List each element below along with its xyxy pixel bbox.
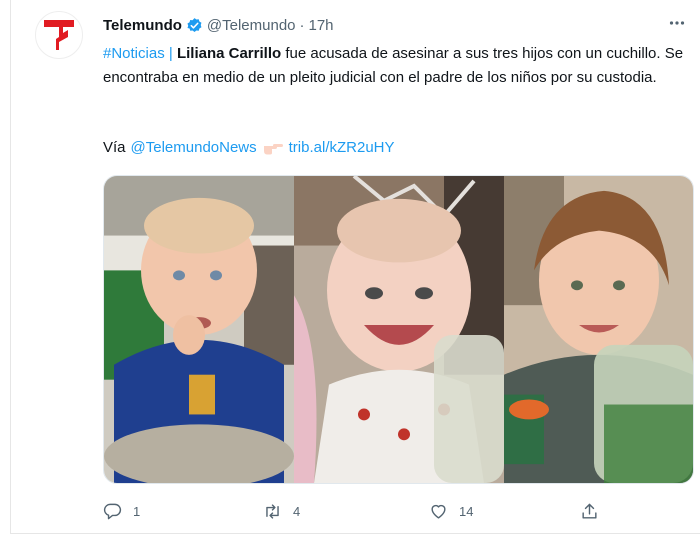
more-options-icon[interactable]	[666, 12, 688, 34]
retweet-button[interactable]: 4	[263, 500, 300, 522]
tweet-timestamp[interactable]: 17h	[309, 17, 334, 34]
account-name[interactable]: Telemundo	[103, 17, 182, 34]
via-mention-link[interactable]: @TelemundoNews	[131, 136, 257, 160]
account-handle[interactable]: @Telemundo	[207, 17, 296, 34]
pointing-hand-icon	[262, 140, 284, 156]
header-separator: ·	[299, 16, 305, 34]
via-label: Vía	[103, 139, 126, 156]
like-icon	[429, 502, 448, 521]
via-line: Vía @TelemundoNews trib.al/kZR2uHY	[103, 136, 400, 160]
verified-badge-icon	[186, 17, 203, 34]
tweet-header: Telemundo @Telemundo · 17h	[103, 14, 334, 36]
photo-toddler-blue-shirt[interactable]	[104, 176, 294, 483]
tweet-text: #Noticias | Liliana Carrillo fue acusada…	[103, 42, 693, 90]
account-avatar[interactable]	[35, 11, 83, 59]
like-count: 14	[459, 503, 474, 519]
photo-collage[interactable]	[103, 175, 694, 484]
photo-smiling-baby[interactable]	[294, 176, 504, 483]
bold-name: Liliana Carrillo	[176, 45, 282, 62]
tweet-actions: 1 4 14	[103, 500, 693, 522]
reply-icon	[103, 502, 122, 521]
tweet-card[interactable]: Telemundo @Telemundo · 17h #Noticias | L…	[10, 0, 700, 534]
photo-toddler-green-shirt[interactable]	[504, 176, 693, 483]
retweet-count: 4	[293, 503, 301, 519]
retweet-icon	[263, 502, 282, 521]
telemundo-logo	[44, 20, 74, 50]
reply-count: 1	[133, 503, 141, 519]
share-button[interactable]	[580, 500, 610, 522]
like-button[interactable]: 14	[429, 500, 473, 522]
hashtag-link[interactable]: #Noticias	[103, 45, 165, 62]
via-url-link[interactable]: trib.al/kZR2uHY	[289, 136, 395, 160]
reply-button[interactable]: 1	[103, 500, 140, 522]
hashtag-pipe: |	[168, 45, 173, 62]
share-icon	[580, 502, 599, 521]
